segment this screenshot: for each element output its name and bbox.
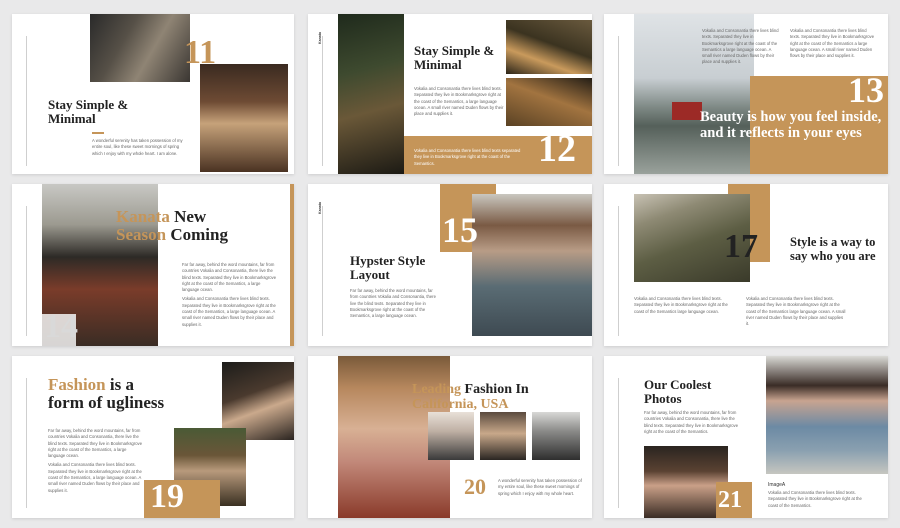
- slide-title: Our Coolest Photos: [644, 377, 712, 407]
- slide-body: A wonderful serenity has taken possessio…: [92, 138, 183, 156]
- slide-14[interactable]: 14 Kanata New Season Coming Far far away…: [12, 184, 294, 346]
- slide-title: Stay Simple & Minimal: [414, 43, 495, 73]
- slide-body: Far far away, behind the word mountains,…: [48, 428, 143, 493]
- slide-body: Far far away, behind the word mountains,…: [182, 262, 277, 327]
- photo-thumb-2: [480, 412, 526, 460]
- caption-text: Vokalia and Consonantia there lives blin…: [768, 490, 862, 508]
- slide-body-right: Vokalia and Consonantia there lives blin…: [790, 28, 875, 59]
- slide-15[interactable]: Kanata 15 Hypster Style Layout Far far a…: [308, 184, 592, 346]
- slide-title: Style is a way to say who you are: [790, 235, 876, 263]
- side-rule: [26, 206, 27, 336]
- slide-body: Far far away, behind the word mountains,…: [350, 288, 436, 319]
- photo-thumb-3: [532, 412, 580, 460]
- side-rule: [26, 36, 27, 166]
- slide-17[interactable]: 17 Style is a way to say who you are Vok…: [604, 184, 888, 346]
- slide-20[interactable]: Leading Fashion In California, USA 20 A …: [308, 356, 592, 518]
- title-underline: [92, 132, 104, 134]
- slide-12[interactable]: Kanata 12 Stay Simple & Minimal Vokalia …: [308, 14, 592, 174]
- slide-title: Stay Simple & Minimal: [48, 97, 129, 127]
- slide-21[interactable]: 21 Our Coolest Photos Far far away, behi…: [604, 356, 888, 518]
- slide-number: 12: [538, 128, 576, 170]
- side-rule: [322, 206, 323, 336]
- photo-highway: [506, 20, 592, 74]
- slide-body-right: Vokalia and Consonantia there lives blin…: [746, 296, 846, 327]
- photo-sitting-woman: [472, 194, 592, 336]
- slide-body: Vokalia and Consonantia there lives blin…: [414, 86, 504, 117]
- slide-body-left: Vokalia and Consonantia there lives blin…: [634, 296, 728, 314]
- side-rule: [618, 378, 619, 508]
- slide-title: Hypster Style Layout: [350, 253, 426, 283]
- slide-19[interactable]: 19 Fashion is a form of ugliness Far far…: [12, 356, 294, 518]
- side-rule: [26, 378, 27, 508]
- band-text: Vokalia and Consonantia there lives blin…: [414, 148, 521, 166]
- slide-body: Far far away, behind the word mountains,…: [644, 410, 739, 434]
- slide-number: 17: [724, 228, 758, 265]
- image-caption: ImageA: [768, 482, 786, 488]
- slide-body: A wonderful serenity has taken possessio…: [498, 478, 582, 496]
- slide-title: Beauty is how you feel inside, and it re…: [700, 109, 882, 141]
- slide-number: 20: [464, 474, 486, 499]
- red-house: [672, 102, 702, 120]
- slide-body-left: Vokalia and Consonantia there lives blin…: [702, 28, 779, 65]
- photo-window-woman: [200, 64, 288, 172]
- photo-thumb-1: [428, 412, 474, 460]
- slide-title: Kanata New Season Coming: [116, 207, 228, 245]
- slide-number: 21: [718, 487, 742, 513]
- side-rule: [618, 36, 619, 166]
- photo-denim-woman: [766, 356, 888, 474]
- photo-forest-road: [338, 14, 404, 174]
- slide-title: Fashion is a form of ugliness: [48, 375, 165, 413]
- slide-13[interactable]: 13 Beauty is how you feel inside, and it…: [604, 14, 888, 174]
- slide-number: 19: [150, 478, 184, 515]
- slide-11[interactable]: 11 Stay Simple & Minimal A wonderful ser…: [12, 14, 294, 174]
- slide-title: Leading Fashion In California, USA: [412, 382, 529, 413]
- slide-number: 13: [848, 70, 884, 110]
- slide-number: 15: [442, 210, 478, 250]
- slide-number: 14: [44, 308, 78, 345]
- side-rule: [322, 36, 323, 166]
- right-accent-bar: [290, 184, 294, 346]
- photo-street-woman: [90, 14, 190, 82]
- slide-number: 11: [184, 34, 217, 71]
- photo-sunset-road: [506, 78, 592, 126]
- side-rule: [618, 206, 619, 336]
